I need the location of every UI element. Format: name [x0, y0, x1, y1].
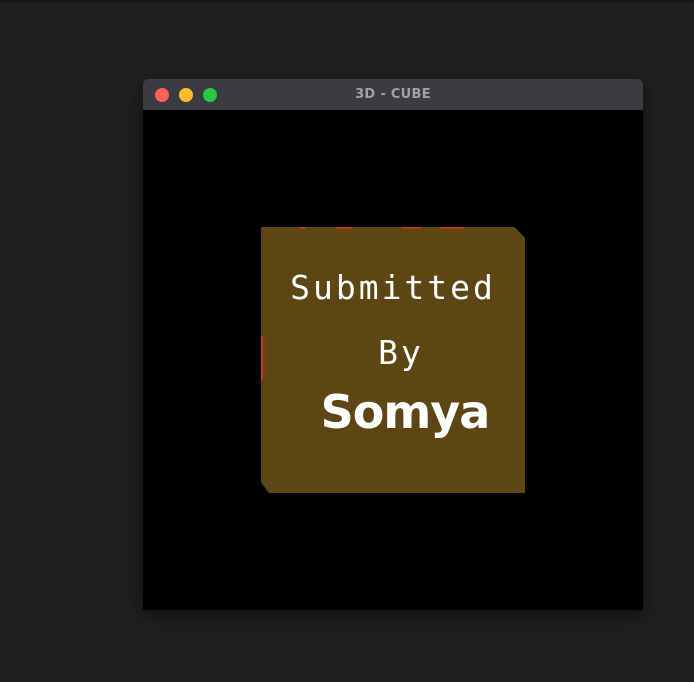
app-window: 3D - CUBE Submitted By Somya	[143, 79, 643, 610]
cube-front-face: Submitted By Somya	[261, 227, 525, 493]
cube-text-line-1: Submitted	[290, 268, 496, 307]
cube-top-edge-mark	[440, 227, 464, 229]
window-titlebar[interactable]: 3D - CUBE	[143, 79, 643, 110]
cube-text-line-3: Somya	[320, 385, 491, 439]
screen-top-edge	[0, 0, 694, 5]
desktop: 3D - CUBE Submitted By Somya	[0, 0, 694, 682]
render-canvas[interactable]: Submitted By Somya	[143, 110, 643, 610]
cube-top-edge-mark	[336, 227, 352, 229]
cube-top-edge-mark	[300, 227, 306, 229]
cube-top-edge-mark	[401, 227, 421, 229]
cube-side-edge-mark	[261, 336, 266, 380]
cube-text-line-2: By	[378, 333, 424, 372]
window-title: 3D - CUBE	[355, 87, 431, 102]
